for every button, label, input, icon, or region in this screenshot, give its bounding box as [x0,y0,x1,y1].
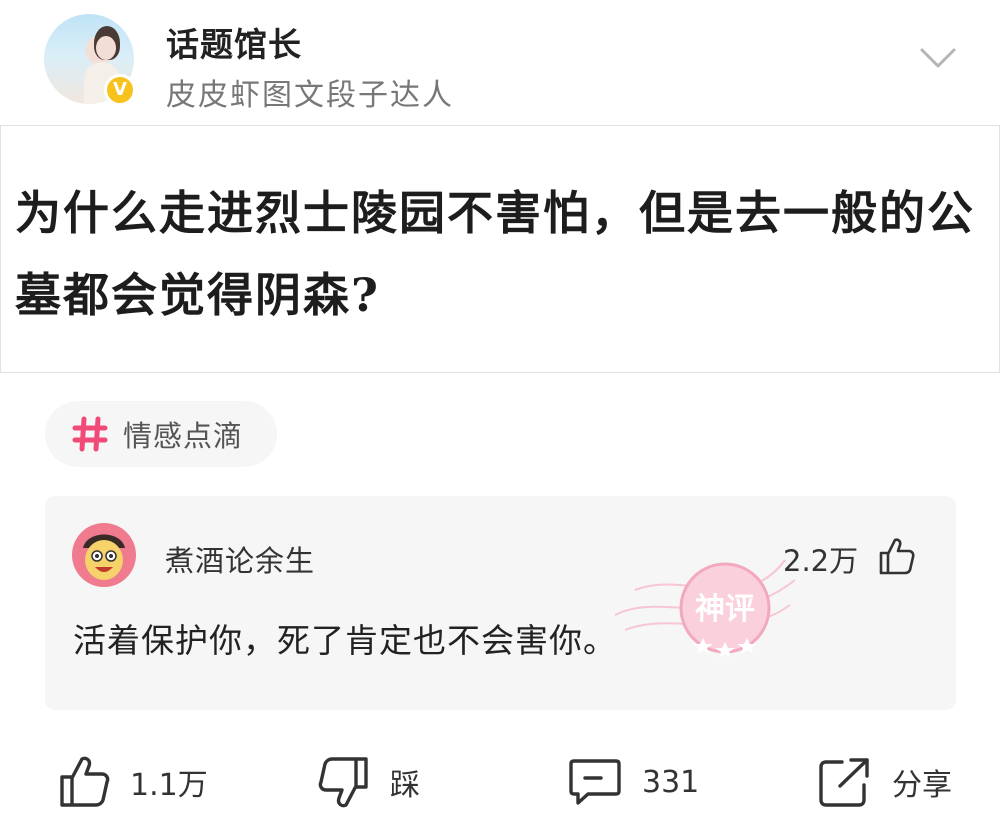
comment-button[interactable]: 331 [568,752,699,812]
comment-count: 331 [642,764,700,800]
commenter-avatar[interactable] [71,522,137,588]
comment-like-count: 2.2万 [783,544,859,578]
hot-comment-card[interactable]: 神评 煮酒论余生 2.2万 活着保护你，死了肯定也不会害你。 [45,496,956,710]
thumbs-up-icon[interactable] [877,536,915,576]
thumbs-up-icon [60,756,110,807]
stamp-icon: 神评 [614,559,796,658]
stamp-text: 神评 [695,592,755,627]
question-text: 为什么走进烈士陵园不害怕，但是去一般的公墓都会觉得阴森? [15,186,975,322]
like-count: 1.1万 [130,768,208,803]
share-label: 分享 [892,768,952,803]
comment-icon [569,759,621,805]
share-button[interactable]: 分享 [818,752,952,812]
dislike-label: 踩 [390,768,420,803]
like-button[interactable]: 1.1万 [58,752,208,812]
question-card[interactable]: 为什么走进烈士陵园不害怕，但是去一般的公墓都会觉得阴森? [0,125,1000,373]
comment-text: 活着保护你，死了肯定也不会害你。 [73,621,617,660]
author-name[interactable]: 话题馆长 [166,18,302,66]
chevron-down-icon[interactable] [918,44,958,72]
commenter-name[interactable]: 煮酒论余生 [165,538,315,580]
verified-badge-icon: V [104,74,136,106]
share-icon [819,758,869,807]
thumbs-down-icon [318,757,368,808]
topic-label: 情感点滴 [123,419,244,453]
author-subtitle: 皮皮虾图文段子达人 [166,78,454,113]
hash-icon [72,416,108,452]
topic-tag[interactable]: 情感点滴 [45,401,277,467]
dislike-button[interactable]: 踩 [318,752,420,812]
